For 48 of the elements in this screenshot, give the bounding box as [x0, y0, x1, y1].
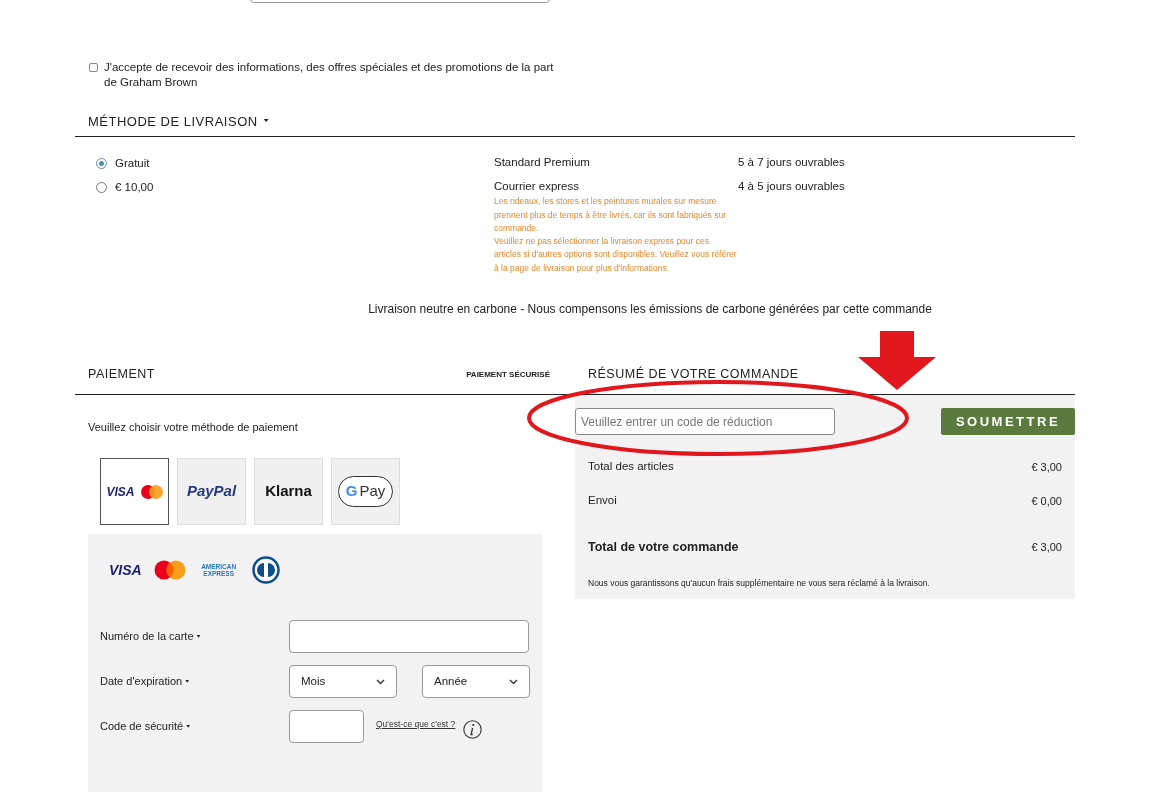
carbon-note: Livraison neutre en carbone - Nous compensons les émissions de carbone générées par cette commande [368, 301, 932, 319]
dropdown[interactable]: Année [422, 665, 530, 699]
checkbox[interactable] [89, 63, 98, 72]
required-icon [186, 724, 191, 728]
required-icon [196, 634, 201, 638]
shipping-service: Standard Premium [494, 155, 591, 169]
summary-label: Total des articles [588, 459, 674, 475]
section-heading: MÉTHODE DE LIVRAISON [88, 112, 258, 131]
diners-icon [251, 556, 280, 585]
field-label: Numéro de la carte [100, 629, 194, 645]
input-field[interactable] [289, 710, 364, 744]
newsletter-label: J'accepte de recevoir des informations, des offres spéciales et des promotions de la part de Graham Brown [104, 60, 555, 90]
delivery-time: 4 à 5 jours ouvrables [738, 179, 845, 194]
guarantee-note: Nous vous garantissons qu'aucun frais supplémentaire ne vous sera réclamé à la livraison. [588, 578, 930, 589]
caret-icon [263, 119, 269, 122]
chevron-down-icon [376, 678, 385, 685]
dropdown[interactable]: Mois [289, 665, 397, 699]
shipping-note: Les rideaux, les stores et les peintures murales sur mesure prennent plus de temps à être livrés, car ils sont fabriqués sur commande. [494, 195, 727, 235]
payment-method-tab[interactable]: VISA [100, 458, 169, 526]
shipping-price: Gratuit [115, 156, 150, 171]
shipping-note: Veuillez ne pas sélectionner la livraison express pour ces articles si d'autres options sont disponibles. Veuillez vous référer à la page de livraison pour plus d'informations. [494, 235, 738, 275]
payment-method-tab[interactable]: PayPal [177, 458, 246, 526]
summary-value: € 3,00 [1031, 459, 1062, 475]
chevron-down-icon [509, 678, 518, 685]
info-icon[interactable] [463, 720, 483, 740]
help-link[interactable]: Qu'est-ce que c'est ? [376, 718, 456, 731]
field-label: Code de sécurité [100, 719, 184, 735]
submit-button[interactable]: SOUMETTRE [941, 408, 1075, 436]
input-field[interactable] [289, 620, 529, 654]
shipping-service: Courrier express [494, 179, 580, 194]
summary-value: € 3,00 [1031, 539, 1062, 555]
summary-value: € 0,00 [1031, 493, 1062, 509]
payment-method-tab[interactable]: Klarna [254, 458, 323, 526]
arrow-down-icon [858, 331, 936, 390]
payment-prompt: Veuillez choisir votre méthode de paiement [88, 421, 298, 434]
section-heading: PAIEMENT [88, 366, 155, 384]
payment-method-tab[interactable]: GPay [331, 458, 400, 526]
field-label: Date d'expiration [100, 674, 183, 690]
required-icon [185, 679, 190, 683]
delivery-time: 5 à 7 jours ouvrables [738, 155, 845, 169]
summary-label: Total de votre commande [588, 538, 739, 556]
secure-label: PAIEMENT SÉCURISÉ [466, 368, 550, 381]
shipping-price: € 10,00 [115, 180, 154, 196]
discount-code-field[interactable]: Veuillez entrer un code de réduction [575, 408, 835, 436]
mastercard-icon [153, 560, 186, 581]
visa-logo: VISA [109, 560, 142, 580]
section-heading: RÉSUMÉ DE VOTRE COMMANDE [588, 367, 799, 382]
summary-label: Envoi [588, 493, 617, 509]
